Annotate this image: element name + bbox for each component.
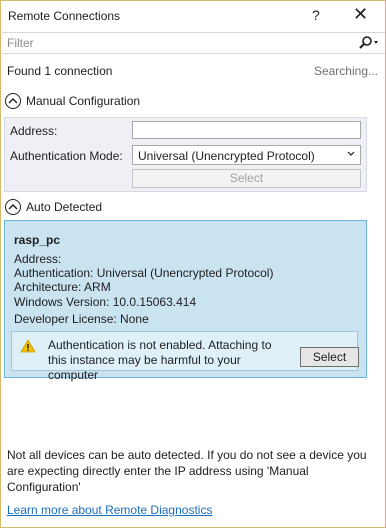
device-card[interactable]: rasp_pc Address: Authentication: Univers… <box>4 220 367 382</box>
device-windows-version: Windows Version: 10.0.15063.414 <box>14 295 197 309</box>
address-input[interactable] <box>132 121 361 139</box>
search-icon[interactable] <box>358 34 380 52</box>
chevron-up-icon[interactable] <box>5 93 21 109</box>
chevron-up-icon[interactable] <box>5 199 21 215</box>
close-button[interactable]: ✕ <box>353 4 368 25</box>
device-address: Address: <box>14 252 62 266</box>
manual-config-label: Manual Configuration <box>26 94 141 108</box>
learn-more-link[interactable]: Learn more about Remote Diagnostics <box>7 503 212 517</box>
address-label: Address: <box>10 124 58 138</box>
device-authentication: Authentication: Universal (Unencrypted P… <box>14 266 274 280</box>
filter-input[interactable]: Filter <box>2 32 385 54</box>
title-bar: Remote Connections ? ✕ <box>1 1 385 32</box>
help-button[interactable]: ? <box>312 7 320 23</box>
auth-mode-select[interactable]: Universal (Unencrypted Protocol) <box>132 145 361 165</box>
dialog-title: Remote Connections <box>8 9 121 23</box>
connection-count: Found 1 connection <box>7 64 113 78</box>
manual-select-button[interactable]: Select <box>132 169 361 188</box>
manual-config-panel: Address: Authentication Mode: Universal … <box>4 117 367 192</box>
warning-text: Authentication is not enabled. Attaching… <box>48 338 272 382</box>
footer-note: Not all devices can be auto detected. If… <box>7 448 367 494</box>
auto-detected-header[interactable]: Auto Detected <box>5 199 102 215</box>
filter-placeholder: Filter <box>7 36 34 50</box>
searching-status: Searching... <box>313 64 378 78</box>
warning-icon <box>20 339 36 353</box>
remote-connections-dialog: Remote Connections ? ✕ Filter Found 1 co… <box>0 0 386 528</box>
auth-mode-value: Universal (Unencrypted Protocol) <box>138 149 315 163</box>
manual-config-header[interactable]: Manual Configuration <box>5 93 140 109</box>
auto-detected-label: Auto Detected <box>26 200 103 214</box>
device-name: rasp_pc <box>14 233 61 247</box>
chevron-down-icon <box>347 149 355 159</box>
warning-box: Authentication is not enabled. Attaching… <box>11 331 359 382</box>
device-select-button[interactable]: Select <box>300 347 359 367</box>
auth-mode-label: Authentication Mode: <box>10 149 123 163</box>
device-architecture: Architecture: ARM <box>14 280 111 294</box>
device-developer-license: Developer License: None <box>14 312 149 326</box>
